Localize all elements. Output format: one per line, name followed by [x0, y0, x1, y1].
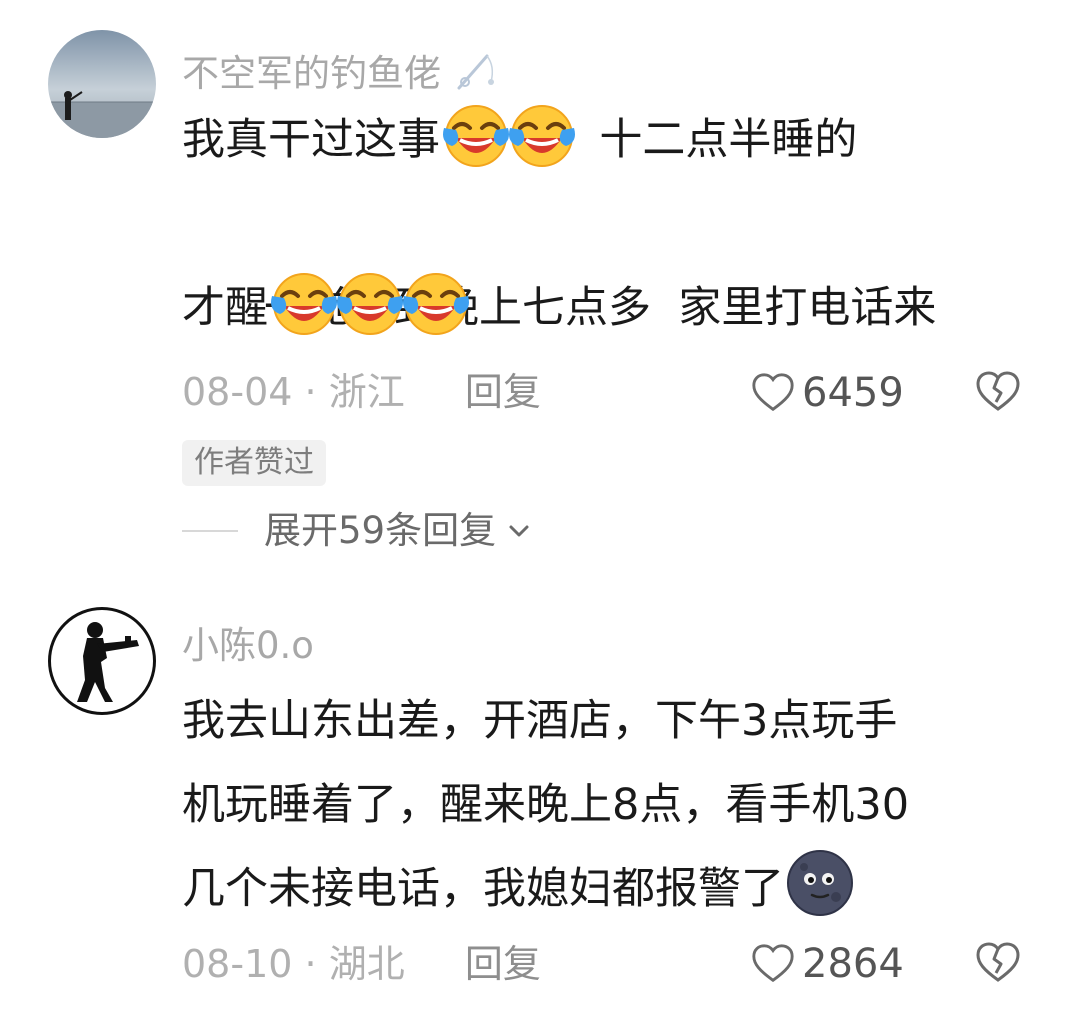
reply-button[interactable]: 回复 — [465, 942, 541, 986]
username-text[interactable]: 小陈0.o — [182, 624, 314, 667]
comment-location: 湖北 — [328, 942, 405, 986]
crying-laughing-emoji — [268, 266, 340, 338]
comment-line: 几个未接电话，我媳妇都报警了 — [182, 847, 1042, 931]
username-text[interactable]: 不空军的钓鱼佬 — [182, 52, 441, 95]
like-count: 2864 — [802, 941, 904, 987]
comment-text: 我真干过这事 — [182, 115, 440, 165]
comment-line: 我去山东出差，开酒店，下午3点玩手 — [182, 679, 1042, 763]
expand-replies-label: 展开59条回复 — [264, 509, 497, 552]
comment-text: 机玩睡着了，醒来晚上8点，看手机30 — [182, 780, 910, 830]
fishing-rod-icon — [457, 54, 494, 90]
comment-text: 我去山东出差，开酒店，下午3点玩手 — [182, 696, 898, 746]
separator-dot: · — [304, 370, 317, 414]
comment-text: 才醒 — [182, 283, 268, 333]
divider-dash — [182, 529, 238, 532]
comment-meta: 08-10 · 湖北 回复 — [182, 945, 541, 983]
comment-date: 08-04 — [182, 370, 293, 414]
reply-button[interactable]: 回复 — [465, 370, 541, 414]
comment-line: 机玩睡着了，醒来晚上8点，看手机30 — [182, 763, 1042, 847]
comment-text: 几个未接电话，我媳妇都报警了 — [182, 864, 784, 914]
comment-date: 08-10 — [182, 942, 293, 986]
avatar[interactable] — [48, 30, 156, 138]
broken-heart-icon — [974, 368, 1022, 416]
badge-text: 作者赞过 — [194, 445, 314, 480]
username[interactable]: 不空军的钓鱼佬 — [182, 48, 499, 94]
dark-moon-face-emoji — [784, 847, 856, 919]
broken-heart-icon — [974, 939, 1022, 987]
username[interactable]: 小陈0.o — [182, 627, 314, 664]
avatar-fisherman-image — [48, 30, 156, 138]
crying-laughing-emoji — [440, 98, 512, 170]
chevron-down-icon — [509, 525, 529, 536]
comment-location: 浙江 — [328, 370, 405, 414]
comment-line: 一觉睡到晚上七点多 家里打电话来 — [182, 182, 1042, 333]
comment-meta: 08-04 · 浙江 回复 — [182, 373, 541, 411]
author-liked-badge: 作者赞过 — [182, 440, 326, 486]
comment-line: 我真干过这事 十二点半睡的 — [182, 98, 1042, 182]
avatar[interactable] — [48, 607, 156, 715]
crying-laughing-emoji — [506, 98, 578, 170]
like-count: 6459 — [802, 370, 904, 416]
like-button[interactable]: 6459 — [750, 370, 904, 416]
comment-body: 我真干过这事 十二点半睡的 一觉睡到晚上七点多 家里打电话来 才醒 — [182, 98, 1042, 350]
heart-icon — [750, 370, 796, 416]
dislike-button[interactable] — [974, 368, 1022, 420]
heart-icon — [750, 941, 796, 987]
crying-laughing-emoji — [334, 266, 406, 338]
dislike-button[interactable] — [974, 939, 1022, 991]
comment-body: 我去山东出差，开酒店，下午3点玩手 机玩睡着了，醒来晚上8点，看手机30 几个未… — [182, 679, 1042, 931]
comment-text: 十二点半睡的 — [572, 115, 858, 165]
avatar-soldier-silhouette-image — [77, 622, 139, 702]
expand-replies-button[interactable]: 展开59条回复 — [182, 512, 534, 549]
crying-laughing-emoji — [400, 266, 472, 338]
separator-dot: · — [304, 942, 317, 986]
like-button[interactable]: 2864 — [750, 941, 904, 987]
